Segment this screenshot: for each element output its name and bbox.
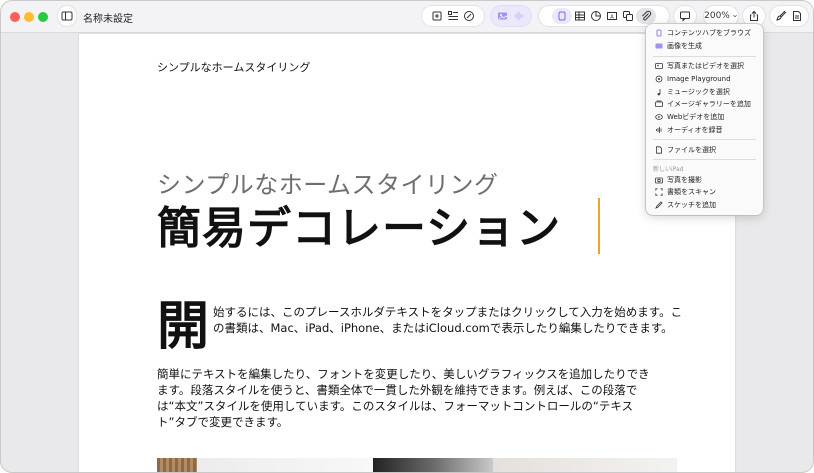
menu-separator (653, 159, 756, 161)
add-page-icon[interactable] (429, 8, 445, 24)
menu-item-label: ミュージックを選択 (667, 87, 730, 96)
comment-icon (677, 8, 693, 24)
share-icon (746, 8, 762, 24)
comment-button[interactable] (674, 6, 696, 26)
menu-item-label: ファイルを選択 (667, 145, 716, 154)
gallery-icon (653, 99, 664, 109)
format-group (770, 6, 808, 26)
image-generate-icon (653, 41, 664, 51)
app-window: 名称未設定 A 200% シンプルなホームスタイリング シンプルなホームスタイリ… (0, 0, 814, 473)
audio-wave-icon[interactable] (511, 8, 527, 24)
text-box-icon[interactable]: A (604, 8, 620, 24)
menu-item-browse-content-hub[interactable]: コンテンツハブをブラウズ (646, 27, 763, 40)
body-paragraph-1[interactable]: 始するには、このプレースホルダテキストをタップまたはクリックして入力を始めます。… (213, 304, 683, 336)
image-playground-icon (653, 74, 664, 84)
svg-text:A: A (610, 14, 614, 20)
document-title: 名称未設定 (83, 14, 133, 25)
menu-item-add-web-video[interactable]: Webビデオを追加 (646, 111, 763, 124)
menu-item-generate-image[interactable]: 画像を生成 (646, 40, 763, 53)
waveform-icon (653, 125, 664, 135)
menu-separator (653, 139, 756, 141)
menu-item-label: オーディオを録音 (667, 125, 723, 134)
menu-section-label: 新しいiPad (653, 165, 684, 173)
menu-item-label: 書類をスキャン (667, 188, 716, 197)
chart-icon[interactable] (588, 8, 604, 24)
document-title-text[interactable]: 簡易デコレーション (157, 192, 561, 256)
photo-3 (373, 458, 493, 472)
menu-item-take-photo[interactable]: 写真を撮影 (646, 173, 763, 186)
menu-item-label: Image Playground (667, 74, 731, 83)
menu-item-choose-photo-video[interactable]: 写真またはビデオを選択 (646, 60, 763, 73)
menu-item-choose-music[interactable]: ミュージックを選択 (646, 85, 763, 98)
close-window-button[interactable] (10, 12, 20, 22)
menu-item-record-audio[interactable]: オーディオを録音 (646, 124, 763, 137)
menu-item-scan-document[interactable]: 書類をスキャン (646, 186, 763, 199)
image-playground-group (491, 6, 531, 26)
text-insert-icon[interactable] (552, 8, 572, 24)
scan-icon (653, 187, 664, 197)
camera-icon (653, 175, 664, 185)
menu-item-label: スケッチを追加 (667, 201, 716, 210)
zoom-level: 200% (704, 11, 730, 21)
minimize-window-button[interactable] (24, 12, 34, 22)
menu-separator (653, 55, 756, 57)
image-add-icon[interactable] (495, 8, 511, 24)
table-icon[interactable] (572, 8, 588, 24)
menu-item-label: イメージギャラリーを追加 (667, 100, 751, 109)
drop-cap[interactable]: 開 (157, 296, 209, 358)
music-note-icon (653, 87, 664, 97)
text-caret (598, 198, 600, 254)
menu-item-add-sketch[interactable]: スケッチを追加 (646, 199, 763, 212)
body-paragraph-2[interactable]: 簡単にテキストを編集したり、フォントを変更したり、美しいグラフィックスを追加した… (157, 366, 657, 430)
sketch-icon (653, 200, 664, 210)
zoom-menu-button[interactable]: 200% (704, 6, 738, 26)
photo-4 (493, 458, 677, 472)
photo-gallery[interactable] (157, 458, 677, 472)
menu-item-choose-file[interactable]: ファイルを選択 (646, 143, 763, 156)
file-icon (653, 145, 664, 155)
share-button[interactable] (743, 6, 765, 26)
photo-1 (157, 458, 197, 472)
menu-item-label: コンテンツハブをブラウズ (667, 29, 751, 38)
zoom-window-button[interactable] (38, 12, 48, 22)
menu-item-add-image-gallery[interactable]: イメージギャラリーを追加 (646, 98, 763, 111)
chevron-down-icon (732, 8, 738, 24)
media-insert-menu: コンテンツハブをブラウズ 画像を生成 写真またはビデオを選択 Image Pla… (646, 24, 763, 215)
menu-item-image-playground[interactable]: Image Playground (646, 72, 763, 85)
document-setup-icon[interactable] (789, 8, 805, 24)
menu-item-label: 写真またはビデオを選択 (667, 61, 744, 70)
photo-icon (653, 61, 664, 71)
photo-2 (197, 458, 373, 472)
insert-group (422, 6, 484, 26)
format-brush-icon[interactable] (773, 8, 789, 24)
web-video-icon (653, 112, 664, 122)
shape-icon[interactable] (620, 8, 636, 24)
menu-item-label: 画像を生成 (667, 42, 702, 51)
writing-tools-icon[interactable] (461, 8, 477, 24)
paperclip-icon[interactable] (636, 8, 656, 24)
document-header[interactable]: シンプルなホームスタイリング (157, 59, 310, 75)
paragraph-style-icon[interactable] (445, 8, 461, 24)
insert-objects-group: A (539, 6, 669, 26)
menu-item-label: 写真を撮影 (667, 175, 702, 184)
sidebar-icon (59, 8, 75, 24)
menu-item-label: Webビデオを追加 (667, 113, 725, 122)
sidebar-toggle-button[interactable] (58, 6, 76, 26)
document-canvas[interactable]: シンプルなホームスタイリング シンプルなホームスタイリング 簡易デコレーション … (79, 34, 735, 472)
content-hub-icon (653, 28, 664, 38)
